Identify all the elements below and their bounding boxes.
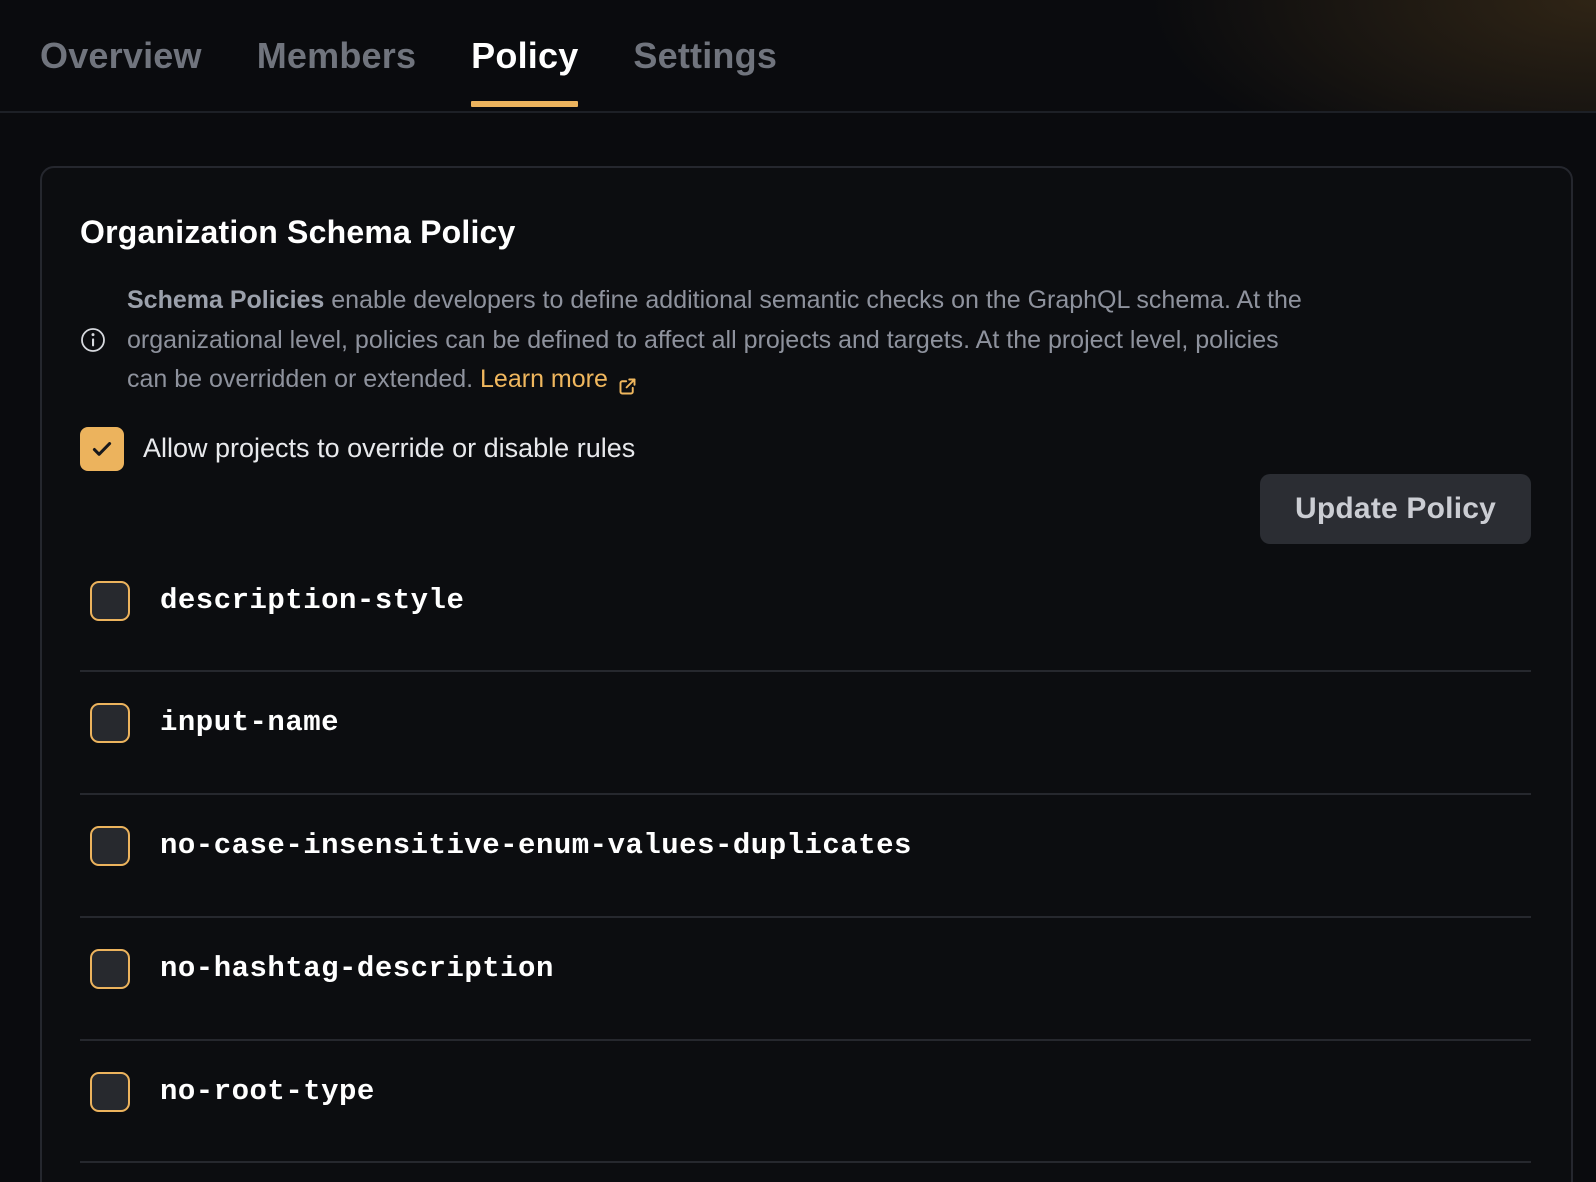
- allow-override-checkbox[interactable]: [80, 427, 124, 471]
- learn-more-link[interactable]: Learn more: [480, 360, 638, 400]
- rule-checkbox-no-root-type[interactable]: [90, 1072, 130, 1112]
- external-link-icon: [617, 370, 638, 391]
- override-setting-row: Allow projects to override or disable ru…: [80, 427, 1531, 471]
- tab-members[interactable]: Members: [257, 0, 416, 111]
- tab-bar: Overview Members Policy Settings: [0, 0, 1596, 111]
- policy-description: Schema Policies enable developers to def…: [80, 281, 1520, 400]
- rule-row-no-root-type: no-root-type: [80, 1041, 1531, 1164]
- description-line-1: Schema Policies enable developers to def…: [127, 281, 1302, 321]
- rule-name: description-style: [160, 581, 464, 621]
- rule-checkbox-description-style[interactable]: [90, 581, 130, 621]
- rules-list: description-style input-name no-case-ins…: [80, 550, 1531, 1164]
- rule-name: no-case-insensitive-enum-values-duplicat…: [160, 826, 912, 866]
- description-line-3: can be overridden or extended. Learn mor…: [127, 360, 1302, 400]
- description-line-2: organizational level, policies can be de…: [127, 321, 1302, 361]
- tab-settings[interactable]: Settings: [633, 0, 777, 111]
- rule-checkbox-no-hashtag-description[interactable]: [90, 949, 130, 989]
- description-lead: Schema Policies: [127, 286, 324, 314]
- update-policy-button[interactable]: Update Policy: [1260, 474, 1531, 544]
- rule-row-description-style: description-style: [80, 550, 1531, 673]
- rule-checkbox-input-name[interactable]: [90, 703, 130, 743]
- rule-checkbox-no-case-insensitive-enum-values-duplicates[interactable]: [90, 826, 130, 866]
- rule-name: no-root-type: [160, 1072, 375, 1112]
- check-icon: [89, 436, 115, 462]
- rule-row-no-case-insensitive-enum-values-duplicates: no-case-insensitive-enum-values-duplicat…: [80, 795, 1531, 918]
- tab-policy[interactable]: Policy: [471, 0, 578, 111]
- allow-override-label: Allow projects to override or disable ru…: [143, 433, 635, 464]
- page-title: Organization Schema Policy: [80, 214, 1531, 251]
- tab-overview[interactable]: Overview: [40, 0, 202, 111]
- policy-panel: Organization Schema Policy Schema Polici…: [40, 166, 1573, 1182]
- rule-row-input-name: input-name: [80, 672, 1531, 795]
- rule-name: no-hashtag-description: [160, 949, 554, 989]
- top-navigation: Overview Members Policy Settings: [0, 0, 1596, 113]
- rule-name: input-name: [160, 703, 339, 743]
- rule-row-no-hashtag-description: no-hashtag-description: [80, 918, 1531, 1041]
- info-icon: [80, 327, 106, 353]
